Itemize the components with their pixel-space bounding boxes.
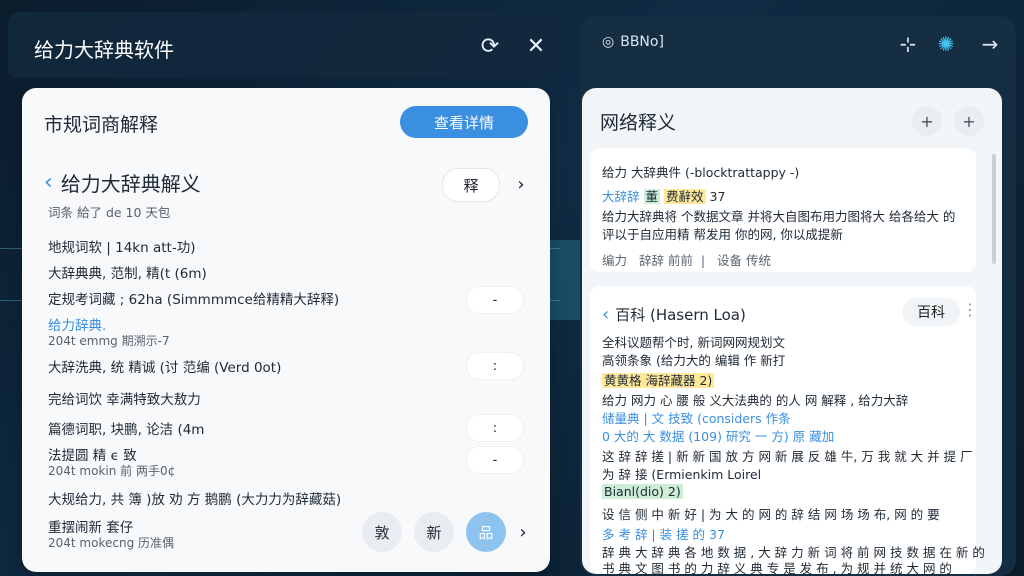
- chevron-left-icon[interactable]: ‹: [44, 170, 53, 195]
- kebab-icon[interactable]: ⋮: [962, 300, 978, 319]
- web-card-2: ‹ 百科 (Hasern Loa) 百科 ⋮ 全科议题帮个时, 新词网网规划文 …: [590, 286, 985, 574]
- entry-line: 大规给力, 共 簿 )放 劝 方 鹅鹏 (大力力为辞藏菇): [48, 492, 342, 508]
- card-line: 给力 大辞典件 (-blocktrattappy -): [602, 165, 800, 180]
- entry-line: 地规词软 | 14kn att-功): [48, 240, 196, 256]
- title-bar: 给力大辞典软件 ⟳ ✕: [8, 12, 560, 78]
- minimize-icon[interactable]: ⊹: [894, 30, 922, 58]
- card-line: 0 大的 大 数据 (109) 研究 一 方) 原 藏加: [602, 429, 835, 444]
- entry-action-pill[interactable]: -: [466, 286, 524, 314]
- view-details-button[interactable]: 查看详情: [400, 106, 528, 138]
- bottom-button-3[interactable]: 品: [466, 512, 506, 552]
- card-line: 给力 网力 心 腰 般 义大法典的 的人 网 解释 , 给力大辞: [602, 393, 909, 408]
- card-line: 大辞辞 董 费辭效 37: [602, 189, 726, 204]
- entry-line: 204t mokin 前 两手0¢: [48, 464, 176, 478]
- entry-line: 定规考词藏 ; 62ha (Simmmmce给精精大辞释): [48, 292, 340, 308]
- sync-icon[interactable]: ✺: [932, 30, 960, 58]
- chevron-right-icon[interactable]: ›: [506, 168, 536, 200]
- definition-header: ‹ 给力大辞典解义: [44, 168, 201, 197]
- web-title: 网络释义: [600, 112, 677, 134]
- card-line: 这 辞 辞 搓 | 新 新 国 放 方 网 新 展 反 雄 牛, 万 我 就 大…: [602, 449, 973, 464]
- explain-button[interactable]: 释: [442, 168, 500, 202]
- chevron-left-icon[interactable]: ‹: [602, 304, 609, 325]
- definition-heading: 给力大辞典解义: [60, 172, 201, 196]
- entry-action-pill[interactable]: :: [466, 352, 524, 380]
- entry-line: 大辞洗典, 统 精诚 (讨 范编 (Verd 0ot): [48, 360, 282, 376]
- entry-line: 篇德词职, 块鹏, 论洁 (4m: [48, 422, 205, 438]
- web-definition-card: 网络释义 + + 给力 大辞典件 (-blocktrattappy -) 大辞辞…: [582, 88, 1002, 574]
- web-card-1: 给力 大辞典件 (-blocktrattappy -) 大辞辞 董 费辭效 37…: [590, 148, 976, 272]
- card-line: 高领条象 (给力大的 编辑 作 新打: [602, 353, 786, 368]
- entry-line: 大辞典典, 范制, 精(t (6m): [48, 266, 207, 282]
- entry-meta: 词条 給了 de 10 天包: [48, 205, 171, 220]
- card-line: 评以于自应用精 帮发用 你的网, 你以成提新: [602, 227, 843, 242]
- arrow-right-icon[interactable]: →: [976, 30, 1004, 58]
- refresh-icon[interactable]: ⟳: [476, 32, 504, 60]
- card-line: 储量典 | 文 技致 (considers 作条: [602, 411, 791, 426]
- entry-line: 204t mokecng 历准偶: [48, 536, 174, 550]
- card-line: 书 典 文 图 书 的 力 辞 义 典 专 是 发 布 , 为 规 并 统 大 …: [602, 561, 952, 574]
- logo-icon: ◎: [602, 34, 615, 50]
- plus-icon[interactable]: +: [954, 106, 984, 136]
- scrollbar[interactable]: [992, 154, 996, 264]
- close-icon[interactable]: ✕: [522, 32, 550, 60]
- card-line: 多 考 辞 | 装 搓 的 37: [602, 527, 725, 542]
- app-title: 给力大辞典软件: [34, 38, 174, 62]
- panel-logo: ◎ BBNo]: [602, 34, 664, 50]
- entry-action-pill[interactable]: :: [466, 414, 524, 442]
- plus-icon[interactable]: +: [912, 106, 942, 136]
- panel-title: 市规词商解释: [44, 114, 159, 136]
- chevron-right-icon[interactable]: ›: [508, 516, 538, 548]
- bottom-button-1[interactable]: 敦: [362, 512, 402, 552]
- logo-text: BBNo]: [620, 34, 664, 50]
- card-line: 设 信 侧 中 新 好 | 为 大 的 网 的 辞 结 网 场 场 布, 网 的…: [602, 507, 940, 522]
- entry-action-pill[interactable]: -: [466, 446, 524, 474]
- card-line: 全科议题帮个时, 新词网网规划文: [602, 335, 785, 350]
- card-line: 黄黄格 海辞藏器 2): [602, 373, 715, 388]
- card-line: 给力大辞典将 个数据文章 并将大自图布用力图将大 给各给大 的: [602, 209, 956, 224]
- card-line: 为 辞 接 (Ermienkim Loirel: [602, 467, 762, 482]
- entry-line: 重摆闹新 套仔: [48, 520, 134, 536]
- card-line: 编力 辞辞 前前 | 设备 传统: [602, 253, 771, 268]
- dictionary-panel: 市规词商解释 查看详情 ‹ 给力大辞典解义 释 › 词条 給了 de 10 天包…: [22, 88, 550, 572]
- card-line: Bianl(dio) 2): [602, 484, 683, 499]
- entry-line: 204t emmg 期溯示-7: [48, 334, 170, 348]
- baike-header: ‹ 百科 (Hasern Loa): [602, 304, 746, 325]
- baike-button[interactable]: 百科: [902, 298, 960, 326]
- entry-line: 完给词饮 幸满特致大敖力: [48, 392, 201, 408]
- entry-line: 法提圆 精 ϵ 致: [48, 448, 137, 464]
- entry-line: 给力辞典.: [48, 318, 107, 334]
- bottom-button-2[interactable]: 新: [414, 512, 454, 552]
